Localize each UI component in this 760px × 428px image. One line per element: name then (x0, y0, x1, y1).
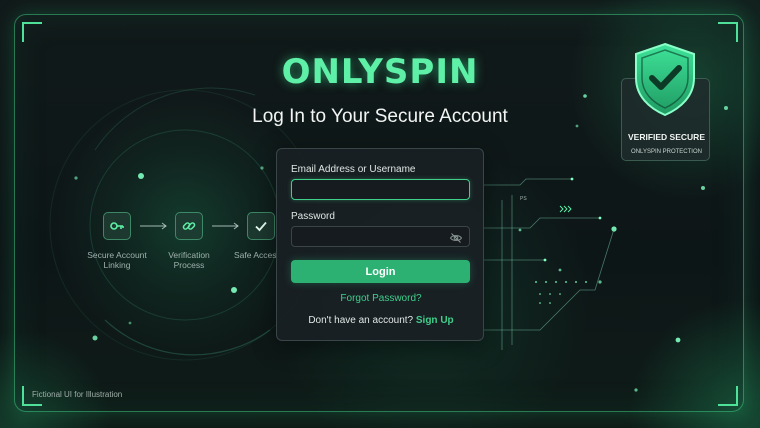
step-key-box (103, 212, 131, 240)
forgot-password-link[interactable]: Forgot Password? (277, 293, 485, 304)
step-label-secure-linking: Secure Account Linking (87, 250, 147, 270)
password-label: Password (291, 211, 335, 222)
shield-check-icon (635, 42, 695, 117)
step-link-box (175, 212, 203, 240)
footer-note: Fictional UI for Illustration (32, 390, 123, 399)
signup-row: Don't have an account? Sign Up (277, 315, 485, 326)
corner-bracket-top-right (718, 22, 738, 42)
login-card: Email Address or Username Password Login… (276, 148, 484, 341)
badge-subtitle: ONLYSPIN PROTECTION (631, 149, 702, 155)
badge-title: VERIFIED SECURE (628, 132, 705, 142)
key-icon (110, 222, 124, 230)
circuit-tag: PS (520, 196, 527, 202)
link-icon (182, 222, 196, 230)
signup-link[interactable]: Sign Up (416, 315, 454, 326)
email-label: Email Address or Username (291, 164, 416, 175)
password-field[interactable] (291, 226, 470, 247)
login-button[interactable]: Login (291, 260, 470, 283)
email-field[interactable] (291, 179, 470, 200)
login-page: ONLYSPIN Log In to Your Secure Account S… (0, 0, 760, 428)
corner-bracket-top-left (22, 22, 42, 42)
step-label-verification: Verification Process (168, 250, 210, 270)
step-label-clip: Safe Access (228, 250, 276, 262)
eye-slash-icon[interactable] (449, 231, 463, 245)
checkmark-icon (255, 221, 267, 232)
corner-bracket-bottom-right (718, 386, 738, 406)
step-check-box (247, 212, 275, 240)
step-label-safe-access: Safe Access (234, 250, 276, 260)
signup-prompt: Don't have an account? (308, 315, 414, 326)
